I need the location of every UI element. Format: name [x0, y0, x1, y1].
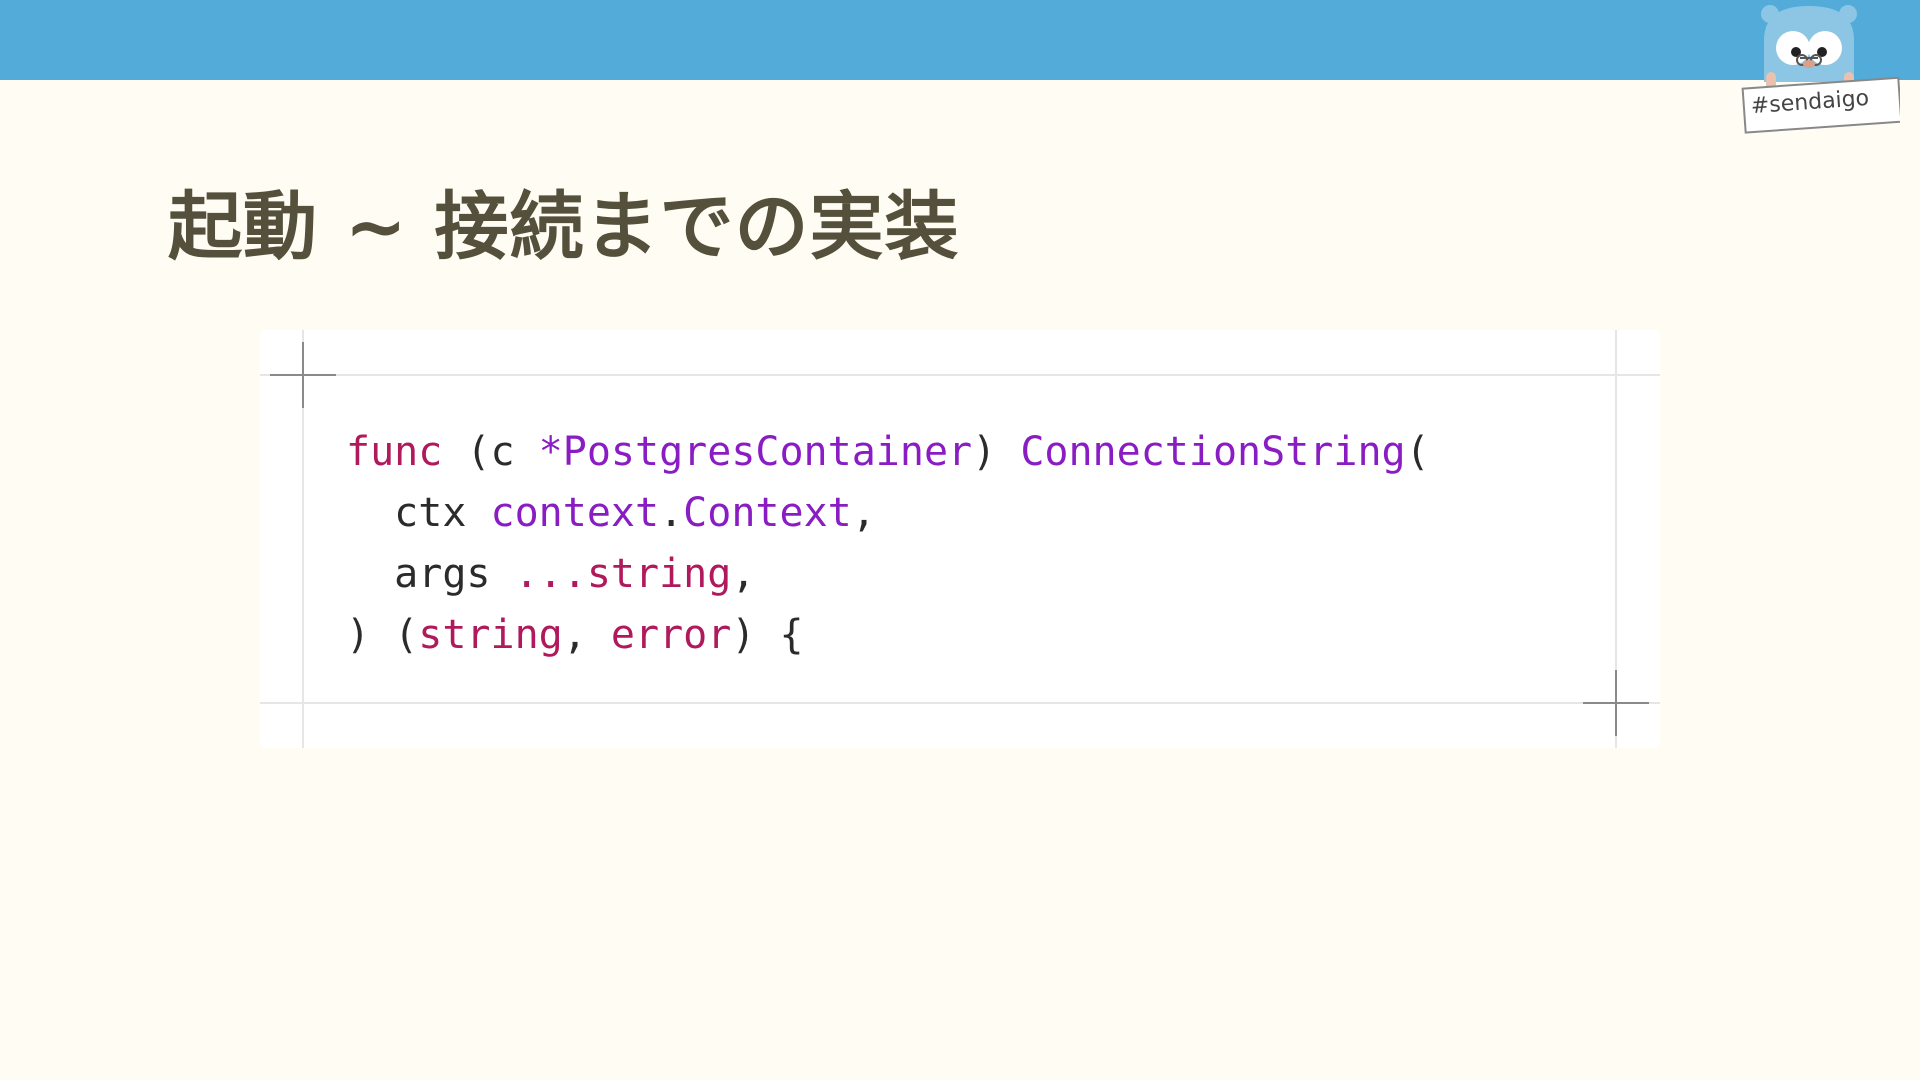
code-line: ctx context.Context,: [346, 483, 1430, 544]
code-token: ,: [562, 612, 611, 658]
code-token: (: [1405, 429, 1430, 475]
code-token: error: [610, 612, 732, 658]
code-card: func (c *PostgresContainer) ConnectionSt…: [260, 330, 1660, 748]
crosshair-bottom-right-icon: [1583, 670, 1649, 736]
code-token: ) {: [731, 612, 804, 658]
crosshair-top-left-icon: [270, 342, 336, 408]
code-line: func (c *PostgresContainer) ConnectionSt…: [346, 422, 1430, 483]
code-token: ConnectionString: [1020, 429, 1406, 475]
code-token: string: [418, 612, 563, 658]
code-token: *PostgresContainer: [538, 429, 973, 475]
code-token: .: [659, 490, 684, 536]
code-token: ,: [851, 490, 876, 536]
code-token: ,: [731, 551, 756, 597]
header-bar: [0, 0, 1920, 80]
code-block: func (c *PostgresContainer) ConnectionSt…: [346, 422, 1430, 666]
code-token: ctx: [346, 490, 491, 536]
slide-title: 起動 ~ 接続までの実装: [168, 184, 960, 270]
code-token: (c: [442, 429, 539, 475]
code-token: ...string: [514, 551, 732, 597]
code-token: args: [346, 551, 515, 597]
code-token: ) (: [346, 612, 419, 658]
code-line: args ...string,: [346, 544, 1430, 605]
code-token: Context: [683, 490, 852, 536]
code-line: ) (string, error) {: [346, 605, 1430, 666]
code-token: context: [490, 490, 660, 536]
code-token: ): [972, 429, 1021, 475]
code-token: func: [346, 429, 443, 475]
